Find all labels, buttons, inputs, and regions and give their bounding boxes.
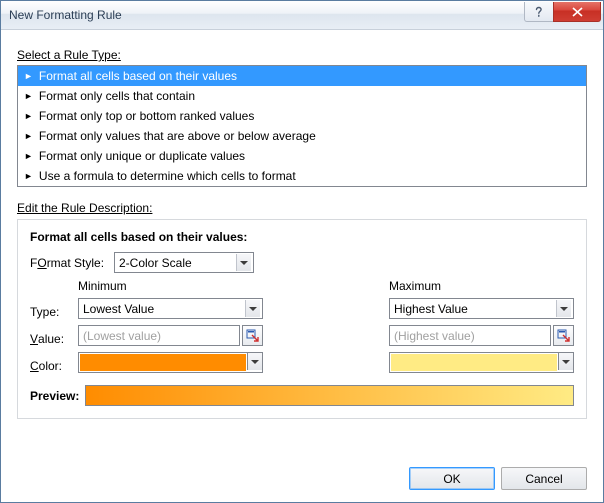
dialog-content: Select a Rule Type: ►Format all cells ba… [1, 30, 603, 429]
dialog-title: New Formatting Rule [9, 8, 122, 22]
minimum-header: Minimum [78, 279, 263, 296]
preview-gradient [85, 385, 574, 406]
rule-type-item[interactable]: ►Format only values that are above or be… [18, 126, 586, 146]
min-value-input: (Lowest value) [78, 325, 240, 346]
edit-rule-description-label: Edit the Rule Description: [17, 201, 587, 215]
rule-type-item[interactable]: ►Format all cells based on their values [18, 66, 586, 86]
format-style-select[interactable]: 2-Color Scale [114, 252, 254, 273]
new-formatting-rule-dialog: New Formatting Rule Select a Rule Type: … [0, 0, 604, 503]
arrow-icon: ► [24, 112, 33, 121]
preview-row: Preview: [30, 385, 574, 406]
dropdown-arrow-icon [245, 300, 260, 317]
row-labels: Type: Value: Color: [30, 279, 78, 379]
dropdown-arrow-icon [556, 300, 571, 317]
help-button[interactable] [524, 2, 554, 22]
max-type-select[interactable]: Highest Value [389, 298, 574, 319]
rule-type-item[interactable]: ►Format only unique or duplicate values [18, 146, 586, 166]
rule-type-item[interactable]: ►Use a formula to determine which cells … [18, 166, 586, 186]
refedit-icon [557, 329, 570, 342]
arrow-icon: ► [24, 152, 33, 161]
rule-description-box: Format all cells based on their values: … [17, 219, 587, 419]
refedit-icon [246, 329, 259, 342]
rule-type-item[interactable]: ►Format only cells that contain [18, 86, 586, 106]
dropdown-arrow-icon [247, 353, 262, 370]
titlebar: New Formatting Rule [1, 1, 603, 30]
minmax-columns: Type: Value: Color: Minimum Lowest Value… [30, 279, 574, 379]
help-icon [534, 6, 544, 18]
preview-label: Preview: [30, 389, 79, 403]
maximum-column: Maximum Highest Value (Highest value) [389, 279, 574, 379]
arrow-icon: ► [24, 132, 33, 141]
minimum-column: Minimum Lowest Value (Lowest value) [78, 279, 263, 379]
titlebar-buttons [525, 2, 601, 22]
max-color-select[interactable] [389, 352, 574, 373]
ok-button[interactable]: OK [409, 467, 495, 490]
close-icon [572, 7, 583, 17]
value-label: Value: [30, 325, 78, 352]
rule-type-list[interactable]: ►Format all cells based on their values … [17, 65, 587, 187]
dialog-footer: OK Cancel [409, 467, 587, 490]
type-label: Type: [30, 298, 78, 325]
min-value-refedit-button[interactable] [242, 325, 263, 346]
arrow-icon: ► [24, 72, 33, 81]
arrow-icon: ► [24, 92, 33, 101]
format-style-label: FOrmat Style: [30, 256, 114, 270]
description-header: Format all cells based on their values: [30, 230, 574, 244]
min-type-select[interactable]: Lowest Value [78, 298, 263, 319]
dropdown-arrow-icon [558, 353, 573, 370]
max-value-input: (Highest value) [389, 325, 551, 346]
maximum-header: Maximum [389, 279, 574, 296]
color-label: Color: [30, 352, 78, 379]
max-color-swatch [391, 354, 557, 371]
min-color-select[interactable] [78, 352, 263, 373]
dropdown-arrow-icon [236, 254, 251, 271]
arrow-icon: ► [24, 172, 33, 181]
cancel-button[interactable]: Cancel [501, 467, 587, 490]
max-value-refedit-button[interactable] [553, 325, 574, 346]
rule-type-item[interactable]: ►Format only top or bottom ranked values [18, 106, 586, 126]
close-button[interactable] [553, 2, 601, 22]
select-rule-type-label: Select a Rule Type: [17, 48, 587, 62]
format-style-row: FOrmat Style: 2-Color Scale [30, 252, 574, 273]
min-color-swatch [80, 354, 246, 371]
